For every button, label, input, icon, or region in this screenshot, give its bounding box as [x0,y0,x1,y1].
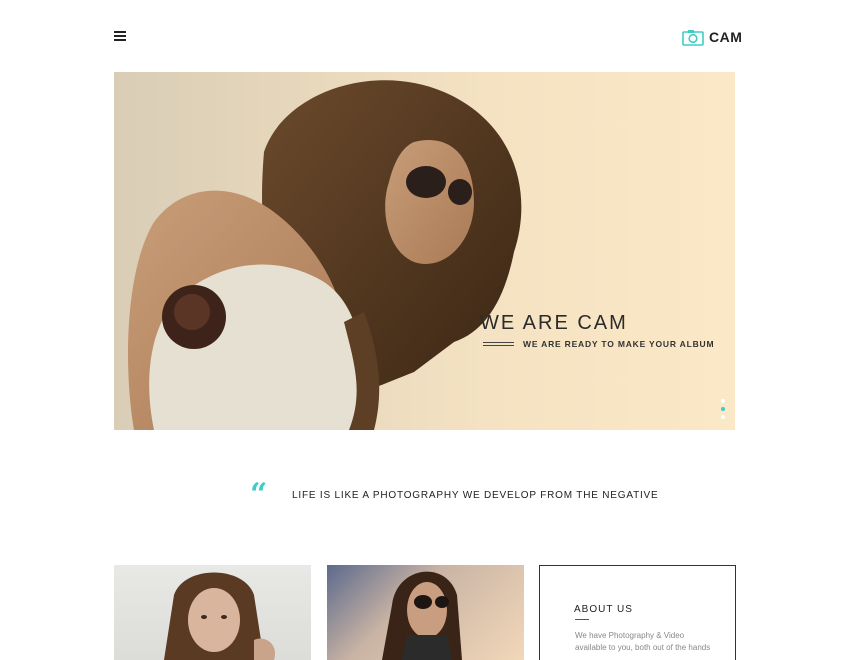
about-divider [575,619,589,620]
double-line-divider [483,342,514,346]
gallery-photo-1 [164,572,275,660]
gallery-card-1[interactable] [114,565,311,660]
slider-pagination [721,399,725,423]
quote-mark-icon: “ [250,477,268,512]
hero-title: WE ARE CAM [480,312,628,334]
hero-subtitle: WE ARE READY TO MAKE YOUR ALBUM [483,339,714,349]
logo-text: CAM [709,29,743,45]
slider-dot-2[interactable] [721,407,725,411]
gallery-card-2[interactable] [327,565,524,660]
gallery-photo-2 [382,571,462,660]
hero-subtitle-text: WE ARE READY TO MAKE YOUR ALBUM [523,339,715,349]
site-logo[interactable]: CAM [682,27,742,47]
about-us-card: ABOUT US We have Photography & Video ava… [539,565,736,660]
quote-text: LIFE IS LIKE A PHOTOGRAPHY WE DEVELOP FR… [292,489,659,501]
quote-section: “ LIFE IS LIKE A PHOTOGRAPHY WE DEVELOP … [250,477,659,512]
hero-slider: WE ARE CAM WE ARE READY TO MAKE YOUR ALB… [114,72,735,430]
slider-dot-1[interactable] [721,399,725,403]
camera-icon [682,29,704,46]
site-header: CAM [0,0,850,72]
about-heading: ABOUT US [574,604,633,615]
hero-photo [128,80,522,430]
slider-dot-3[interactable] [721,415,725,419]
about-body: We have Photography & Video available to… [575,631,711,652]
hamburger-menu-icon[interactable] [114,31,126,41]
